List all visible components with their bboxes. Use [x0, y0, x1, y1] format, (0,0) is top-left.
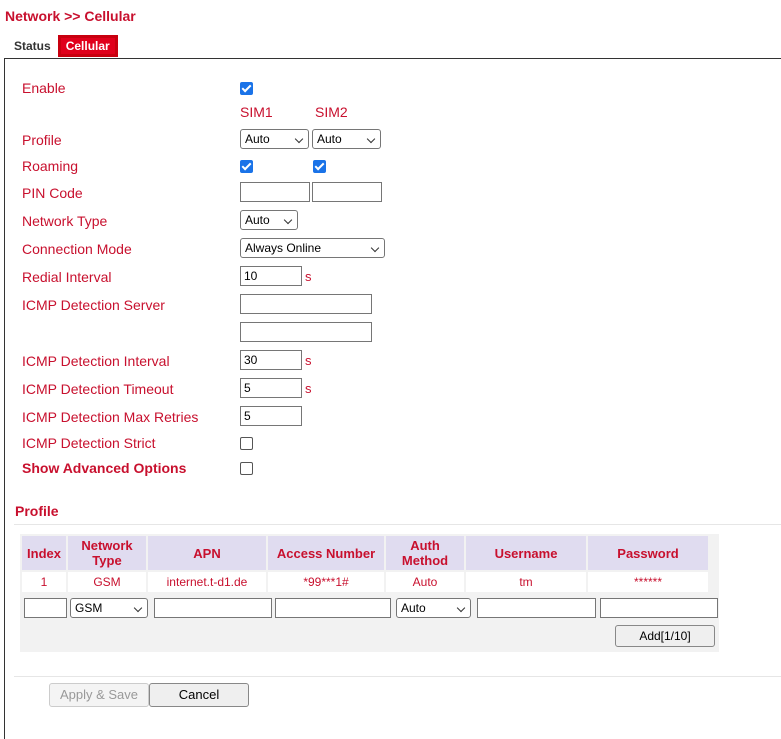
breadcrumb: Network >> Cellular: [5, 8, 136, 24]
table-header-row: Index Network Type APN Access Number Aut…: [22, 536, 708, 570]
icmp-interval-label: ICMP Detection Interval: [22, 353, 170, 369]
new-index-input[interactable]: [24, 598, 67, 618]
advanced-options-label: Show Advanced Options: [22, 460, 187, 476]
icmp-server-label: ICMP Detection Server: [22, 297, 165, 313]
profile-section-title: Profile: [15, 503, 59, 519]
sim1-profile-value: Auto: [245, 132, 270, 146]
sim1-header: SIM1: [240, 104, 273, 120]
icmp-interval-unit: s: [305, 353, 312, 368]
new-network-type-value: GSM: [75, 601, 103, 615]
column-header: Index: [22, 536, 66, 570]
chevron-down-icon: [370, 243, 380, 253]
chevron-down-icon: [283, 215, 293, 225]
column-header: Auth Method: [386, 536, 464, 570]
apply-save-button[interactable]: Apply & Save: [49, 683, 149, 707]
sim2-header: SIM2: [315, 104, 348, 120]
icmp-retries-label: ICMP Detection Max Retries: [22, 409, 199, 425]
new-auth-method-value: Auto: [401, 601, 426, 615]
network-type-select[interactable]: Auto: [240, 210, 298, 230]
table-cell: internet.t-d1.de: [166, 575, 248, 589]
connection-mode-label: Connection Mode: [22, 241, 132, 257]
sim1-roaming-checkbox[interactable]: [240, 160, 253, 173]
table-cell: GSM: [93, 575, 121, 589]
divider: [14, 676, 781, 677]
profile-label: Profile: [22, 132, 62, 148]
icmp-timeout-label: ICMP Detection Timeout: [22, 381, 174, 397]
profile-table: Index Network Type APN Access Number Aut…: [20, 534, 710, 594]
chevron-down-icon: [294, 134, 304, 144]
column-header: Access Number: [268, 536, 384, 570]
redial-interval-label: Redial Interval: [22, 269, 112, 285]
sim1-profile-select[interactable]: Auto: [240, 129, 309, 149]
tab-status[interactable]: Status: [14, 37, 51, 55]
chevron-down-icon: [133, 603, 143, 613]
connection-mode-value: Always Online: [245, 241, 322, 255]
enable-checkbox[interactable]: [240, 82, 253, 95]
table-cell: *99***1#: [303, 575, 349, 589]
sim2-pin-input[interactable]: [312, 182, 382, 202]
network-type-label: Network Type: [22, 213, 108, 229]
chevron-down-icon: [456, 603, 466, 613]
column-header: Network Type: [68, 536, 146, 570]
icmp-strict-label: ICMP Detection Strict: [22, 435, 156, 451]
divider: [14, 524, 781, 525]
new-apn-input[interactable]: [154, 598, 272, 618]
table-cell: Auto: [412, 575, 438, 589]
tab-cellular[interactable]: Cellular: [58, 36, 117, 56]
icmp-server-input-1[interactable]: [240, 294, 372, 314]
new-password-input[interactable]: [600, 598, 718, 618]
new-network-type-select[interactable]: GSM: [70, 598, 148, 618]
icmp-interval-input[interactable]: 30: [240, 350, 302, 370]
chevron-down-icon: [366, 134, 376, 144]
icmp-timeout-unit: s: [305, 381, 312, 396]
sim2-profile-select[interactable]: Auto: [312, 129, 381, 149]
table-cell: tm: [519, 575, 533, 589]
column-header: APN: [148, 536, 266, 570]
tab-bar: Status Cellular: [14, 36, 117, 56]
table-cell: 1: [40, 575, 48, 589]
new-access-number-input[interactable]: [275, 598, 391, 618]
redial-unit: s: [305, 269, 312, 284]
advanced-options-checkbox[interactable]: [240, 462, 253, 475]
new-username-input[interactable]: [477, 598, 596, 618]
add-profile-button[interactable]: Add[1/10]: [615, 625, 715, 647]
new-auth-method-select[interactable]: Auto: [396, 598, 471, 618]
sim2-profile-value: Auto: [317, 132, 342, 146]
column-header: Password: [588, 536, 708, 570]
pin-code-label: PIN Code: [22, 185, 83, 201]
roaming-label: Roaming: [22, 158, 79, 174]
table-cell: ******: [633, 575, 663, 589]
icmp-server-input-2[interactable]: [240, 322, 372, 342]
sim2-roaming-checkbox[interactable]: [313, 160, 326, 173]
network-type-value: Auto: [245, 213, 270, 227]
icmp-retries-input[interactable]: 5: [240, 406, 302, 426]
table-row: 1 GSM internet.t-d1.de *99***1# Auto tm …: [22, 572, 708, 592]
enable-label: Enable: [22, 80, 66, 96]
cancel-button[interactable]: Cancel: [149, 683, 249, 707]
connection-mode-select[interactable]: Always Online: [240, 238, 385, 258]
redial-interval-input[interactable]: 10: [240, 266, 302, 286]
icmp-timeout-input[interactable]: 5: [240, 378, 302, 398]
sim1-pin-input[interactable]: [240, 182, 310, 202]
icmp-strict-checkbox[interactable]: [240, 437, 253, 450]
column-header: Username: [466, 536, 586, 570]
